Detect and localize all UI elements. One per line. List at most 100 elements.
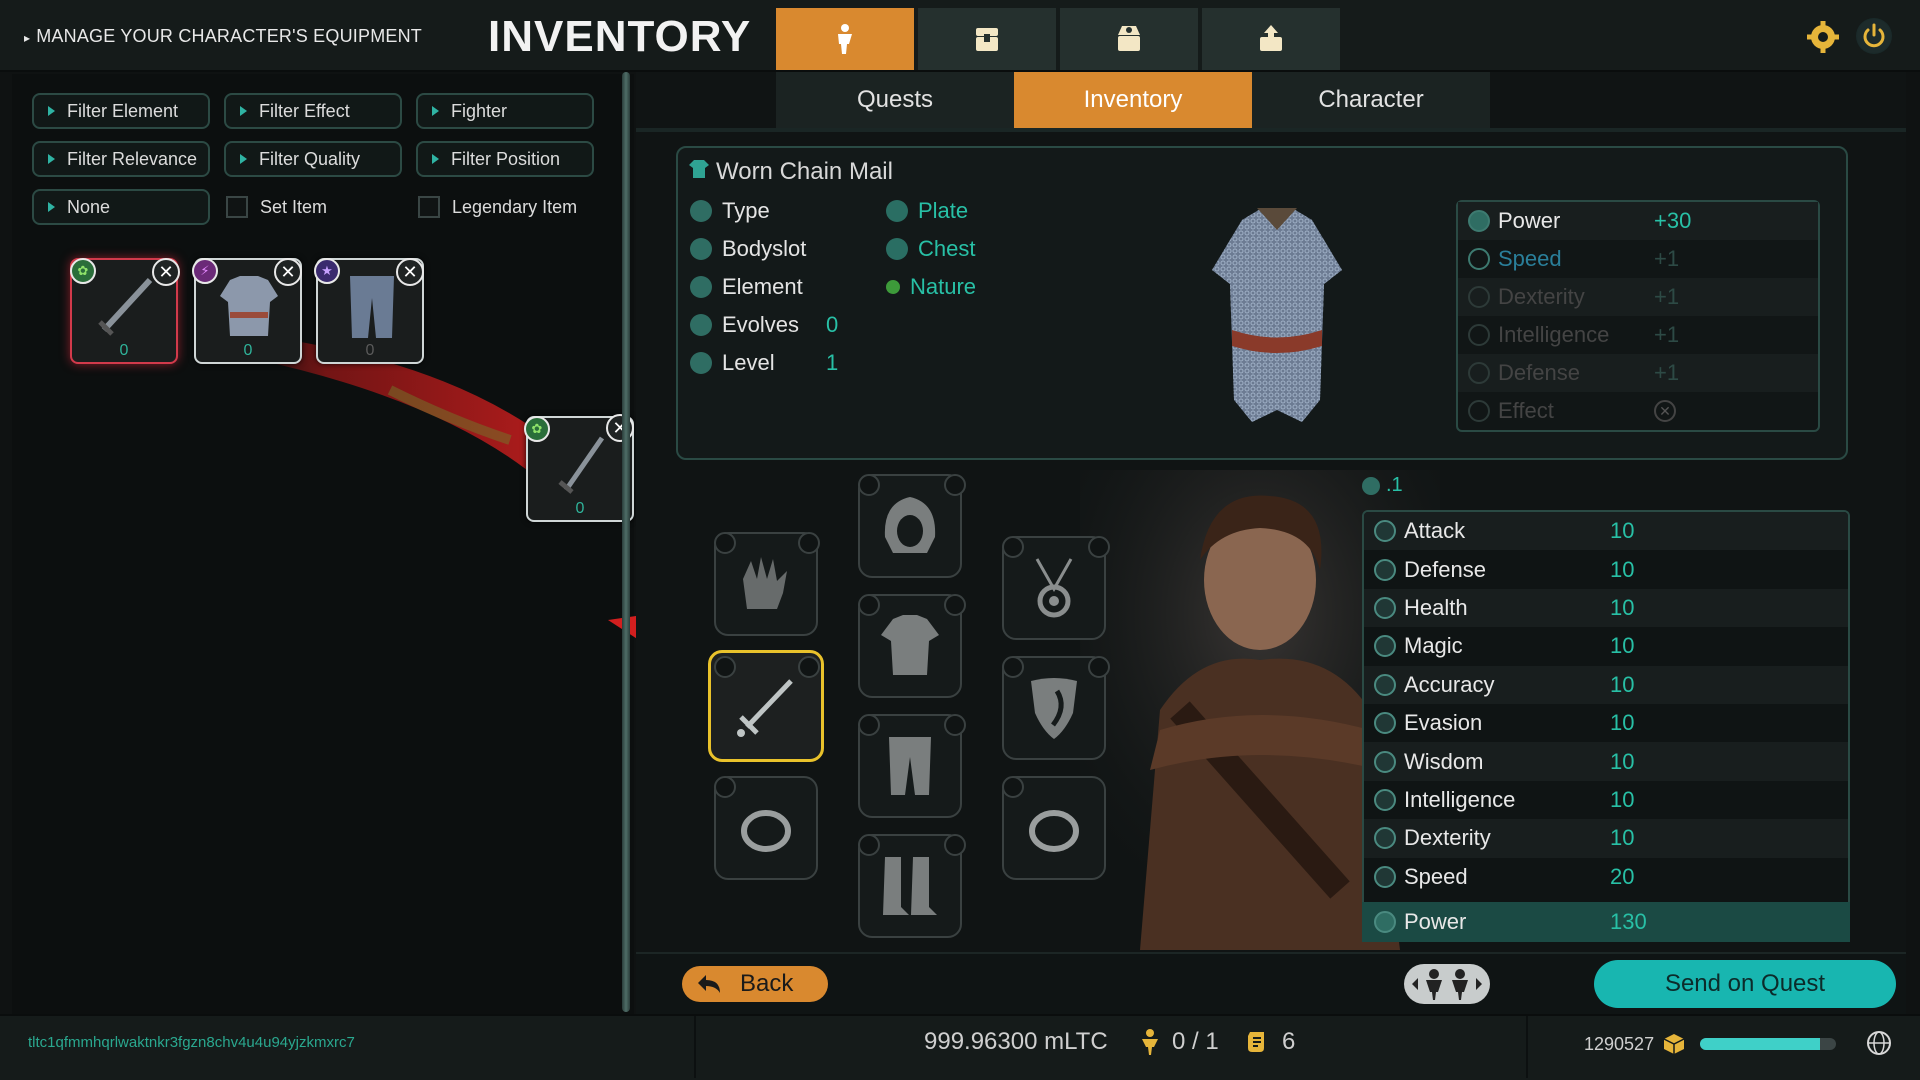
filter-fighter-button[interactable]: Fighter — [416, 93, 594, 129]
defense-icon — [1374, 558, 1396, 581]
filter-element-button[interactable]: Filter Element — [32, 93, 210, 129]
party-value: 0 / 1 — [1172, 1028, 1219, 1055]
speed-stat-icon — [1468, 248, 1490, 270]
stat-name: Health — [1404, 594, 1468, 620]
item-row-label: Level — [722, 350, 775, 375]
character-level: .1 — [1362, 474, 1403, 497]
item-count: 0 — [119, 342, 129, 359]
slot-corner — [858, 474, 880, 496]
tab-chest-2[interactable] — [1060, 8, 1200, 70]
remove-item-button[interactable]: ✕ — [396, 258, 424, 286]
item-row-value: Plate — [918, 198, 969, 223]
char-stat-row: Health 10 — [1364, 588, 1848, 628]
back-button[interactable]: Back — [682, 966, 828, 1002]
attack-icon — [1374, 520, 1396, 543]
slot-corner — [858, 834, 880, 856]
block-cube-icon — [1663, 1034, 1685, 1054]
block-value: 1290527 — [1584, 1033, 1655, 1054]
char-stat-row: Defense 10 — [1364, 550, 1848, 588]
item-stats-box: Power +30 Speed +1 Dexterity +1 Intelligenc… — [1456, 200, 1820, 432]
power-stat-icon — [1468, 210, 1490, 232]
stat-value: ✕ — [1654, 400, 1676, 422]
stat-name: Power — [1498, 208, 1561, 233]
block-height: 1290527 — [1584, 1032, 1686, 1056]
nature-badge-icon: ✿ — [524, 416, 550, 442]
footer-divider — [1526, 1016, 1528, 1078]
hood-icon — [884, 497, 936, 553]
tab-character[interactable] — [776, 8, 916, 70]
character-power-row: Power 130 — [1362, 902, 1850, 942]
power-label: Power — [1404, 909, 1467, 934]
slot-corner — [798, 532, 820, 554]
stat-name: Intelligence — [1404, 786, 1516, 812]
chest-icon — [976, 28, 998, 51]
settings-gear-icon[interactable] — [1806, 20, 1840, 54]
tab-chest-3[interactable] — [1202, 8, 1342, 70]
item-row-label: Bodyslot — [722, 236, 807, 261]
subtitle-arrow-icon: ▸ — [24, 31, 31, 45]
slot-corner — [714, 776, 736, 798]
power-star-icon — [1374, 911, 1396, 933]
slot-corner — [944, 834, 966, 856]
stat-name: Accuracy — [1404, 671, 1495, 697]
item-row-value: Chest — [918, 236, 976, 261]
power-icon[interactable] — [1856, 18, 1892, 54]
dexterity-stat-icon — [1468, 286, 1490, 308]
legendary-item-checkbox[interactable] — [418, 196, 440, 218]
shield-icon — [1031, 678, 1077, 739]
tab-chest-1[interactable] — [918, 8, 1058, 70]
filter-label: Filter Relevance — [67, 148, 198, 169]
remove-item-button[interactable]: ✕ — [152, 258, 180, 286]
item-name: Worn Chain Mail — [716, 158, 893, 185]
filter-none-button[interactable]: None — [32, 189, 210, 225]
slot-corner — [1002, 656, 1024, 678]
slot-corner — [1002, 776, 1024, 798]
set-item-checkbox[interactable] — [226, 196, 248, 218]
slot-corner — [858, 714, 880, 736]
wallet-address[interactable]: tltc1qfmmhqrlwaktnkr3fgzn8chv4u4u94yjzkm… — [28, 1034, 355, 1051]
dropdown-arrow-icon — [432, 154, 439, 164]
tab-inventory[interactable]: Inventory — [1014, 72, 1252, 128]
tab-character[interactable]: Character — [1252, 72, 1490, 128]
globe-icon[interactable] — [1866, 1030, 1892, 1056]
chest-upload-icon — [1260, 25, 1282, 51]
char-stat-row: Dexterity 10 — [1364, 819, 1848, 858]
evolves-icon — [690, 314, 712, 336]
xp-icon — [690, 352, 712, 374]
footer-divider — [694, 1016, 696, 1078]
stat-value: +30 — [1654, 208, 1692, 233]
stat-value: +1 — [1654, 284, 1680, 309]
element-icon — [690, 276, 712, 298]
defense-stat-icon — [1468, 362, 1490, 384]
stat-value: 10 — [1610, 518, 1635, 544]
filter-quality-button[interactable]: Filter Quality — [224, 141, 402, 177]
dropdown-arrow-icon — [432, 106, 439, 116]
send-on-quest-button[interactable]: Send on Quest — [1594, 960, 1896, 1008]
stat-value: 20 — [1610, 863, 1635, 889]
power-value: 130 — [1610, 909, 1647, 934]
filter-relevance-button[interactable]: Filter Relevance — [32, 141, 210, 177]
slot-corner — [798, 656, 820, 678]
party-toggle-button[interactable] — [1404, 964, 1490, 1004]
item-stat-intelligence: Intelligence +1 — [1458, 316, 1818, 354]
slot-corner — [1088, 536, 1110, 558]
filter-label: Filter Position — [451, 148, 561, 169]
nature-leaf-icon — [886, 280, 900, 294]
item-bodyslot-row: Bodyslot Chest — [690, 236, 975, 262]
remove-item-button[interactable]: ✕ — [274, 258, 302, 286]
slot-corner — [944, 714, 966, 736]
dexterity-icon — [1374, 827, 1396, 850]
amulet-icon — [1035, 558, 1073, 618]
slot-corner — [858, 594, 880, 616]
char-stat-row: Attack 10 — [1364, 512, 1848, 551]
item-row-value: Nature — [910, 274, 977, 299]
health-icon — [1374, 596, 1396, 619]
filter-position-button[interactable]: Filter Position — [416, 141, 594, 177]
item-count: 0 — [243, 342, 253, 359]
tab-quests[interactable]: Quests — [776, 72, 1014, 128]
filter-effect-button[interactable]: Filter Effect — [224, 93, 402, 129]
stat-value: 10 — [1610, 748, 1635, 774]
stat-name: Attack — [1404, 518, 1466, 544]
subtab-underline — [636, 128, 1906, 132]
back-arrow-icon — [698, 975, 720, 993]
